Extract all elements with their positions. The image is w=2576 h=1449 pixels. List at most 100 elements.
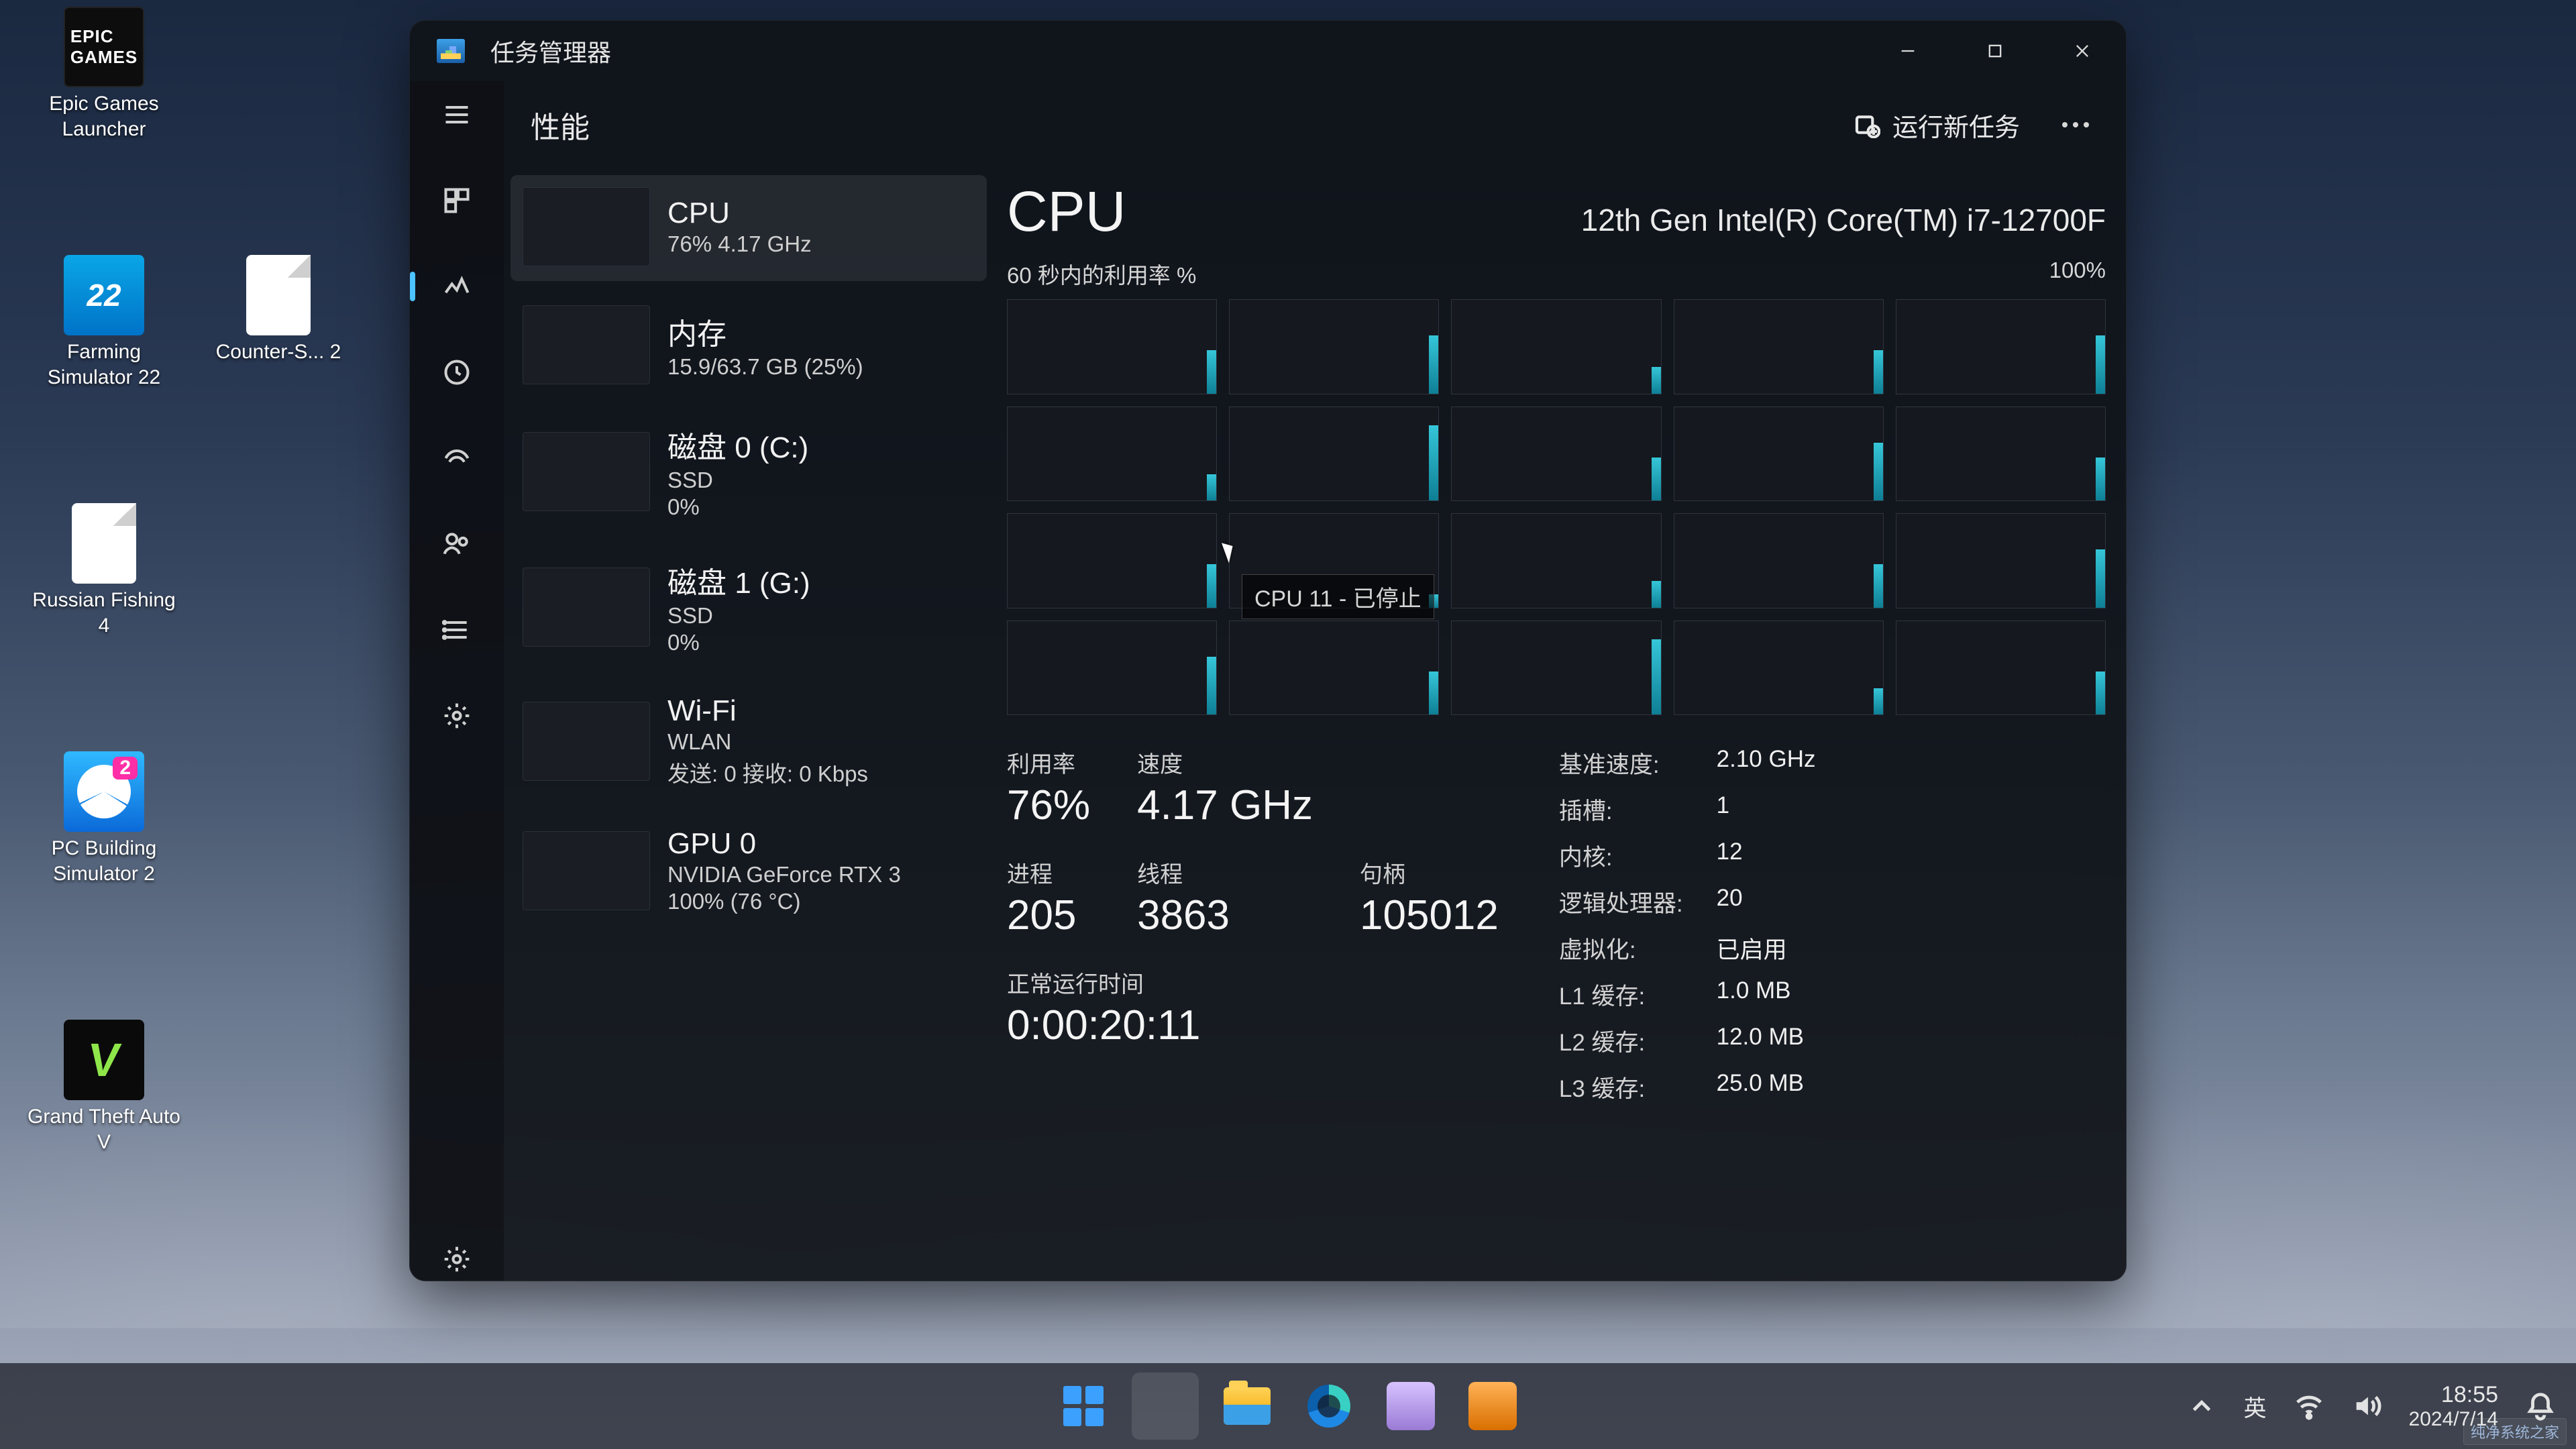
desktop-icon-label: Farming Simulator 22 — [27, 339, 181, 390]
close-button[interactable] — [2039, 21, 2126, 81]
sidebar-item-title: CPU — [667, 197, 812, 230]
watermark: 纯净系统之家 — [2463, 1418, 2567, 1445]
nav-startup[interactable] — [435, 437, 478, 480]
sidebar-item-detail: 15.9/63.7 GB (25%) — [667, 354, 863, 380]
cpu-core-cell — [1007, 407, 1217, 502]
memory-thumbnail — [523, 305, 650, 384]
nav-processes[interactable] — [435, 179, 478, 222]
sidebar-item-detail2: 发送: 0 接收: 0 Kbps — [667, 756, 868, 788]
sidebar-item-detail2: 0% — [667, 494, 808, 520]
sidebar-item-detail: SSD — [667, 603, 810, 629]
gta-v-icon: V — [64, 1020, 144, 1100]
cpu-core-cell — [1451, 407, 1661, 502]
desktop-icon-russian-fishing[interactable]: Russian Fishing 4 — [27, 503, 181, 638]
cpu-cores-grid[interactable]: CPU 11 - 已停止 — [1007, 299, 2106, 715]
maximize-button[interactable] — [1951, 21, 2039, 81]
desktop-icon-label: Counter-S... 2 — [216, 339, 341, 365]
pc-building-sim-icon: 2 — [64, 751, 144, 832]
taskbar-app-task-manager[interactable] — [1132, 1373, 1199, 1440]
desktop-icon-epic-games[interactable]: EPICGAMES Epic Games Launcher — [27, 7, 181, 142]
cpu-core-cell — [1896, 299, 2106, 394]
task-manager-window: 任务管理器 性能 运行新任务 — [409, 20, 2127, 1281]
spec-value: 12 — [1717, 839, 1816, 873]
start-button[interactable] — [1050, 1373, 1117, 1440]
task-manager-icon — [437, 39, 465, 63]
chart-right-label: 100% — [2049, 258, 2106, 290]
run-new-task-label: 运行新任务 — [1892, 107, 2020, 144]
cpu-core-cell — [1451, 513, 1661, 608]
sidebar-item-title: GPU 0 — [667, 827, 901, 861]
spec-value: 1.0 MB — [1717, 977, 1816, 1012]
stat-label: 句柄 — [1360, 856, 1499, 889]
windows-logo-icon — [1063, 1386, 1104, 1426]
cpu-core-cell — [1451, 621, 1661, 716]
sidebar-item-cpu[interactable]: CPU 76% 4.17 GHz — [511, 175, 987, 281]
taskbar-app-file-explorer[interactable] — [1214, 1373, 1281, 1440]
wifi-thumbnail — [523, 702, 650, 781]
spec-value: 1 — [1717, 792, 1816, 826]
edge-icon — [1307, 1385, 1350, 1428]
cpu-core-cell — [1007, 513, 1217, 608]
spec-value: 25.0 MB — [1717, 1070, 1816, 1104]
tray-overflow-chevron-icon[interactable] — [2186, 1391, 2217, 1421]
nav-details[interactable] — [435, 608, 478, 651]
taskbar: 英 18:55 2024/7/14 — [0, 1363, 2576, 1449]
spec-key: 内核: — [1559, 839, 1683, 873]
desktop-icon-farming-sim[interactable]: 22 Farming Simulator 22 — [27, 255, 181, 390]
gpu-thumbnail — [523, 831, 650, 910]
sidebar-item-gpu-0[interactable]: GPU 0 NVIDIA GeForce RTX 3 100% (76 °C) — [511, 815, 987, 929]
spec-value: 20 — [1717, 885, 1816, 919]
spec-value: 12.0 MB — [1717, 1024, 1816, 1058]
detail-heading: CPU — [1007, 179, 1126, 244]
desktop-icon-gta-v[interactable]: V Grand Theft Auto V — [27, 1020, 181, 1155]
stat-label: 进程 — [1007, 856, 1090, 889]
sidebar-item-disk-1[interactable]: 磁盘 1 (G:) SSD 0% — [511, 547, 987, 670]
sidebar-item-detail2: 100% (76 °C) — [667, 889, 901, 914]
nav-services[interactable] — [435, 694, 478, 737]
sidebar-item-disk-0[interactable]: 磁盘 0 (C:) SSD 0% — [511, 411, 987, 535]
cpu-core-cell — [1007, 299, 1217, 394]
taskbar-app-generic-1[interactable] — [1377, 1373, 1444, 1440]
nav-performance[interactable] — [435, 265, 478, 308]
epic-games-icon: EPICGAMES — [64, 7, 144, 87]
spec-key: L2 缓存: — [1559, 1024, 1683, 1058]
sidebar-item-title: 磁盘 0 (C:) — [667, 423, 808, 466]
farming-sim-icon: 22 — [64, 255, 144, 335]
wifi-icon[interactable] — [2294, 1391, 2324, 1421]
sidebar-item-detail: WLAN — [667, 729, 868, 755]
section-title: 性能 — [531, 103, 590, 146]
volume-icon[interactable] — [2351, 1391, 2382, 1421]
sidebar-item-detail2: 0% — [667, 630, 810, 655]
cpu-core-cell — [1674, 513, 1884, 608]
cpu-spec-stats: 基准速度:2.10 GHz 插槽:1 内核:12 逻辑处理器:20 虚拟化:已启… — [1559, 746, 1816, 1104]
stat-label: 正常运行时间 — [1007, 966, 1499, 999]
taskbar-app-edge[interactable] — [1295, 1373, 1362, 1440]
nav-users[interactable] — [435, 523, 478, 566]
sidebar-item-title: 内存 — [667, 310, 863, 353]
spec-key: L3 缓存: — [1559, 1070, 1683, 1104]
more-options-button[interactable] — [2052, 101, 2099, 148]
taskbar-app-generic-2[interactable] — [1459, 1373, 1526, 1440]
file-icon — [72, 503, 136, 584]
desktop-icon-label: Epic Games Launcher — [27, 91, 181, 142]
desktop-icon-pc-building-sim[interactable]: 2 PC Building Simulator 2 — [27, 751, 181, 886]
performance-sidebar: CPU 76% 4.17 GHz 内存 15.9/63.7 GB (25%) — [511, 175, 987, 1260]
task-manager-icon — [1146, 1390, 1184, 1422]
desktop-icon-label: Grand Theft Auto V — [27, 1104, 181, 1155]
chart-left-label: 60 秒内的利用率 % — [1007, 258, 1196, 290]
titlebar[interactable]: 任务管理器 — [410, 21, 2126, 81]
ime-indicator[interactable]: 英 — [2244, 1390, 2267, 1423]
sidebar-item-wifi[interactable]: Wi-Fi WLAN 发送: 0 接收: 0 Kbps — [511, 682, 987, 803]
hamburger-menu-button[interactable] — [435, 93, 478, 136]
run-new-task-button[interactable]: 运行新任务 — [1841, 99, 2032, 152]
spec-key: 虚拟化: — [1559, 931, 1683, 965]
sidebar-item-memory[interactable]: 内存 15.9/63.7 GB (25%) — [511, 293, 987, 399]
file-icon — [246, 255, 311, 335]
minimize-button[interactable] — [1864, 21, 1951, 81]
nav-settings[interactable] — [435, 1238, 478, 1281]
nav-app-history[interactable] — [435, 351, 478, 394]
window-title: 任务管理器 — [490, 34, 611, 68]
disk-thumbnail — [523, 432, 650, 511]
notifications-icon[interactable] — [2525, 1391, 2556, 1421]
desktop-icon-counter-strike[interactable]: Counter-S... 2 — [201, 255, 356, 365]
